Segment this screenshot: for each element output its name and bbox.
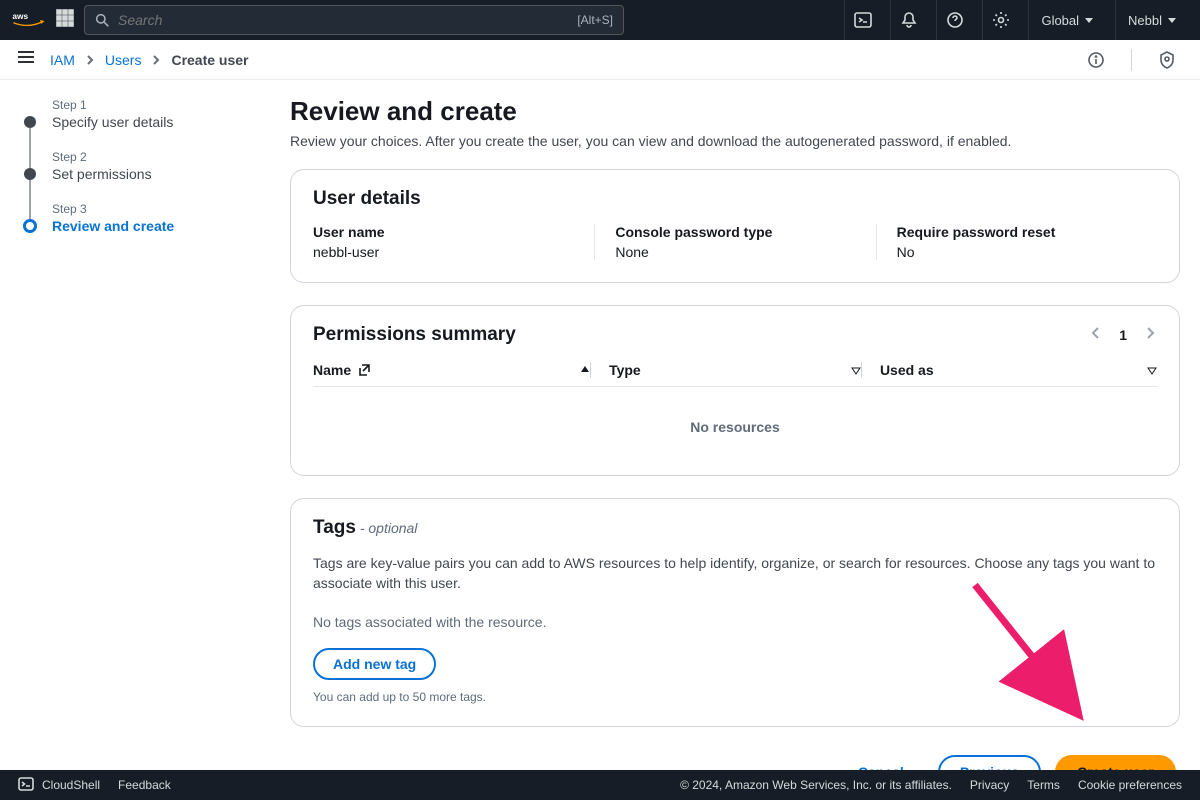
field-value-username: nebbl-user bbox=[313, 244, 594, 260]
caret-down-icon bbox=[1085, 18, 1093, 23]
cloudshell-footer-icon[interactable] bbox=[18, 776, 34, 795]
step-dot-icon bbox=[24, 168, 36, 180]
field-label-require-reset: Require password reset bbox=[897, 224, 1157, 240]
field-label-username: User name bbox=[313, 224, 594, 240]
page-subtitle: Review your choices. After you create th… bbox=[290, 133, 1180, 149]
column-header-type[interactable]: Type bbox=[590, 362, 861, 378]
chevron-right-icon bbox=[85, 52, 95, 68]
breadcrumb-bar: IAM Users Create user bbox=[0, 40, 1200, 80]
pager-page-number: 1 bbox=[1119, 327, 1127, 343]
column-header-used-as[interactable]: Used as bbox=[861, 362, 1157, 378]
page-title: Review and create bbox=[290, 96, 1180, 127]
global-search[interactable]: [Alt+S] bbox=[84, 5, 624, 35]
create-user-button[interactable]: Create user bbox=[1055, 755, 1176, 770]
page-footer: CloudShell Feedback © 2024, Amazon Web S… bbox=[0, 770, 1200, 800]
permissions-summary-panel: Permissions summary 1 Name Type bbox=[290, 305, 1180, 476]
pager-next-icon[interactable] bbox=[1143, 326, 1157, 345]
field-value-require-reset: No bbox=[897, 244, 1157, 260]
breadcrumb-users[interactable]: Users bbox=[105, 52, 142, 68]
region-selector[interactable]: Global bbox=[1028, 0, 1105, 40]
notifications-icon[interactable] bbox=[890, 0, 926, 40]
services-grid-icon[interactable] bbox=[56, 9, 74, 32]
tags-limit-hint: You can add up to 50 more tags. bbox=[313, 690, 1157, 704]
side-nav-toggle-icon[interactable] bbox=[16, 47, 36, 72]
user-details-panel: User details User name nebbl-user Consol… bbox=[290, 169, 1180, 283]
account-menu[interactable]: Nebbl bbox=[1115, 0, 1188, 40]
security-hexagon-icon[interactable] bbox=[1150, 43, 1184, 77]
table-empty-state: No resources bbox=[313, 387, 1157, 453]
column-header-name[interactable]: Name bbox=[313, 362, 590, 378]
help-icon[interactable] bbox=[936, 0, 972, 40]
step-specify-user-details[interactable]: Step 1 Specify user details bbox=[30, 98, 260, 130]
cancel-button[interactable]: Cancel bbox=[838, 755, 924, 770]
privacy-link[interactable]: Privacy bbox=[970, 778, 1009, 792]
copyright-text: © 2024, Amazon Web Services, Inc. or its… bbox=[680, 778, 952, 792]
chevron-right-icon bbox=[151, 52, 161, 68]
search-shortcut-hint: [Alt+S] bbox=[577, 13, 613, 27]
breadcrumb-iam[interactable]: IAM bbox=[50, 52, 75, 68]
field-label-password-type: Console password type bbox=[615, 224, 875, 240]
search-input[interactable] bbox=[118, 12, 569, 28]
settings-icon[interactable] bbox=[982, 0, 1018, 40]
step-review-and-create[interactable]: Step 3 Review and create bbox=[30, 202, 260, 234]
wizard-footer: Cancel Previous Create user bbox=[290, 749, 1180, 770]
tags-description: Tags are key-value pairs you can add to … bbox=[313, 553, 1157, 594]
wizard-content: Review and create Review your choices. A… bbox=[280, 80, 1200, 770]
cloudshell-icon[interactable] bbox=[844, 0, 880, 40]
terms-link[interactable]: Terms bbox=[1027, 778, 1060, 792]
breadcrumb-current: Create user bbox=[171, 52, 248, 68]
add-new-tag-button[interactable]: Add new tag bbox=[313, 648, 436, 680]
step-dot-icon bbox=[24, 116, 36, 128]
tags-empty-text: No tags associated with the resource. bbox=[313, 614, 1157, 630]
top-navbar: aws [Alt+S] Global Nebbl bbox=[0, 0, 1200, 40]
sort-asc-icon bbox=[580, 365, 590, 375]
tags-panel: Tags - optional Tags are key-value pairs… bbox=[290, 498, 1180, 727]
sort-icon bbox=[851, 365, 861, 375]
field-value-password-type: None bbox=[615, 244, 875, 260]
feedback-link[interactable]: Feedback bbox=[118, 778, 171, 792]
aws-logo[interactable]: aws bbox=[12, 10, 46, 30]
tags-heading: Tags - optional bbox=[313, 517, 1157, 539]
cloudshell-link[interactable]: CloudShell bbox=[42, 778, 100, 792]
sort-icon bbox=[1147, 365, 1157, 375]
cookie-preferences-link[interactable]: Cookie preferences bbox=[1078, 778, 1182, 792]
step-dot-active-icon bbox=[23, 219, 37, 233]
caret-down-icon bbox=[1168, 18, 1176, 23]
user-details-heading: User details bbox=[313, 188, 1157, 210]
step-set-permissions[interactable]: Step 2 Set permissions bbox=[30, 150, 260, 182]
info-icon[interactable] bbox=[1079, 43, 1113, 77]
permissions-heading: Permissions summary bbox=[313, 324, 516, 346]
external-link-icon bbox=[357, 363, 371, 377]
pager-prev-icon[interactable] bbox=[1089, 326, 1103, 345]
svg-text:aws: aws bbox=[12, 11, 28, 21]
wizard-stepper: Step 1 Specify user details Step 2 Set p… bbox=[0, 80, 280, 770]
table-pager: 1 bbox=[1089, 326, 1157, 345]
previous-button[interactable]: Previous bbox=[938, 755, 1041, 770]
breadcrumbs: IAM Users Create user bbox=[50, 52, 249, 68]
